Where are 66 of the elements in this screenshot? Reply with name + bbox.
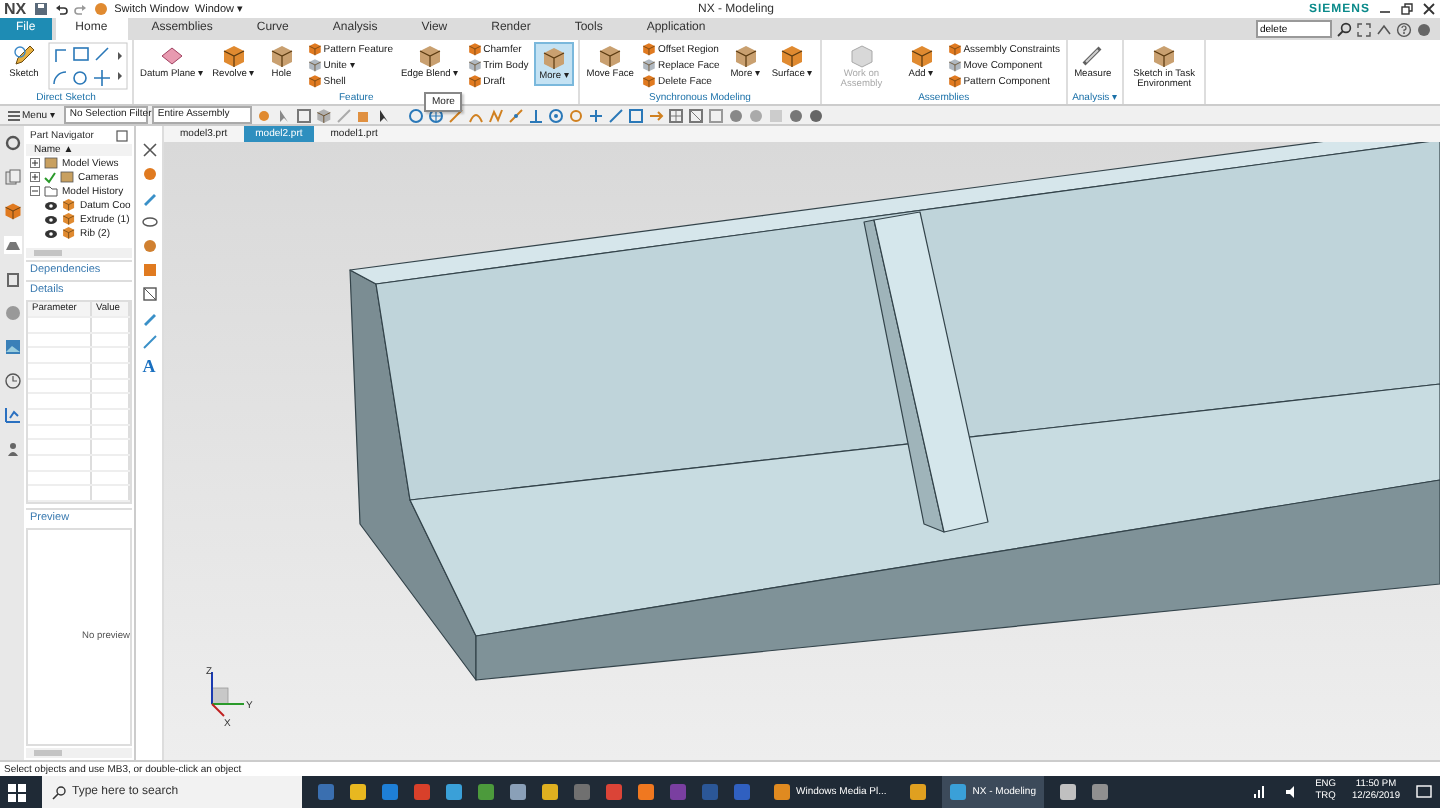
square-icon[interactable] — [295, 107, 312, 123]
perpendicular-icon[interactable] — [527, 107, 544, 123]
chart-icon[interactable] — [3, 406, 21, 424]
target-icon[interactable] — [547, 107, 564, 123]
horizontal-scrollbar[interactable] — [26, 248, 132, 258]
redo-icon[interactable] — [74, 2, 89, 16]
horizontal-scrollbar[interactable] — [26, 748, 132, 758]
eye-icon[interactable] — [44, 213, 58, 225]
arrow-icon[interactable] — [647, 107, 664, 123]
menu-icon — [8, 109, 20, 121]
sphere-icon[interactable] — [94, 2, 109, 16]
cross-circle-icon[interactable] — [427, 107, 444, 123]
eye-icon[interactable] — [141, 214, 157, 230]
speaker-icon[interactable] — [1283, 784, 1300, 800]
line-icon[interactable] — [141, 334, 157, 350]
line-icon[interactable] — [335, 107, 352, 123]
part-model-drawing[interactable] — [349, 142, 1440, 681]
image-icon[interactable] — [3, 338, 21, 356]
help-icon[interactable] — [1396, 21, 1412, 37]
dot-icon[interactable] — [1416, 21, 1432, 37]
app-icon[interactable] — [910, 784, 927, 800]
clock-icon[interactable] — [3, 372, 21, 390]
diamond-icon — [160, 44, 185, 68]
caret-up-icon[interactable] — [1376, 21, 1392, 37]
close-icon[interactable] — [1422, 2, 1436, 16]
app-icon — [774, 783, 790, 799]
maximize-icon[interactable] — [116, 129, 128, 141]
pencil-icon[interactable] — [141, 190, 157, 206]
sphere-icon[interactable] — [141, 238, 157, 254]
expand-toggle-icon[interactable] — [30, 158, 40, 168]
grid-icon[interactable] — [667, 107, 684, 123]
slash-icon[interactable] — [507, 107, 524, 123]
people-icon[interactable] — [3, 440, 21, 458]
save-icon[interactable] — [34, 2, 49, 16]
notification-icon[interactable] — [1416, 784, 1432, 800]
eye-icon[interactable] — [44, 227, 58, 239]
sphere-icon[interactable] — [141, 166, 157, 182]
search-icon — [52, 785, 66, 799]
pencil-icon[interactable] — [141, 310, 157, 326]
collapse-toggle-icon[interactable] — [30, 186, 40, 196]
folder-icon — [44, 184, 58, 198]
circle-icon[interactable] — [567, 107, 584, 123]
app-icon — [950, 783, 967, 799]
coordinate-triad-icon — [211, 671, 245, 717]
close-icon[interactable] — [141, 142, 157, 158]
undo-icon[interactable] — [54, 2, 69, 16]
text-tool-button[interactable]: A — [142, 358, 156, 376]
search-icon[interactable] — [1336, 21, 1352, 37]
sketch-curves-drawing[interactable] — [48, 42, 128, 90]
plus-icon[interactable] — [587, 107, 604, 123]
square-icon[interactable] — [141, 286, 157, 302]
eye-icon[interactable] — [44, 199, 58, 211]
slash-icon[interactable] — [607, 107, 624, 123]
square-icon[interactable] — [627, 107, 644, 123]
grid-icon[interactable] — [687, 107, 704, 123]
restore-icon[interactable] — [1400, 2, 1414, 16]
expand-toggle-icon[interactable] — [30, 172, 40, 182]
windows-logo-icon[interactable] — [8, 783, 26, 801]
box-icon[interactable] — [3, 270, 21, 288]
check-icon[interactable] — [44, 171, 56, 183]
app-logo: NX — [4, 0, 27, 18]
pencil-icon — [12, 44, 36, 68]
circle-icon[interactable] — [407, 107, 424, 123]
pages-icon[interactable] — [3, 168, 21, 186]
network-icon[interactable] — [1251, 784, 1268, 800]
zigzag-icon[interactable] — [487, 107, 504, 123]
